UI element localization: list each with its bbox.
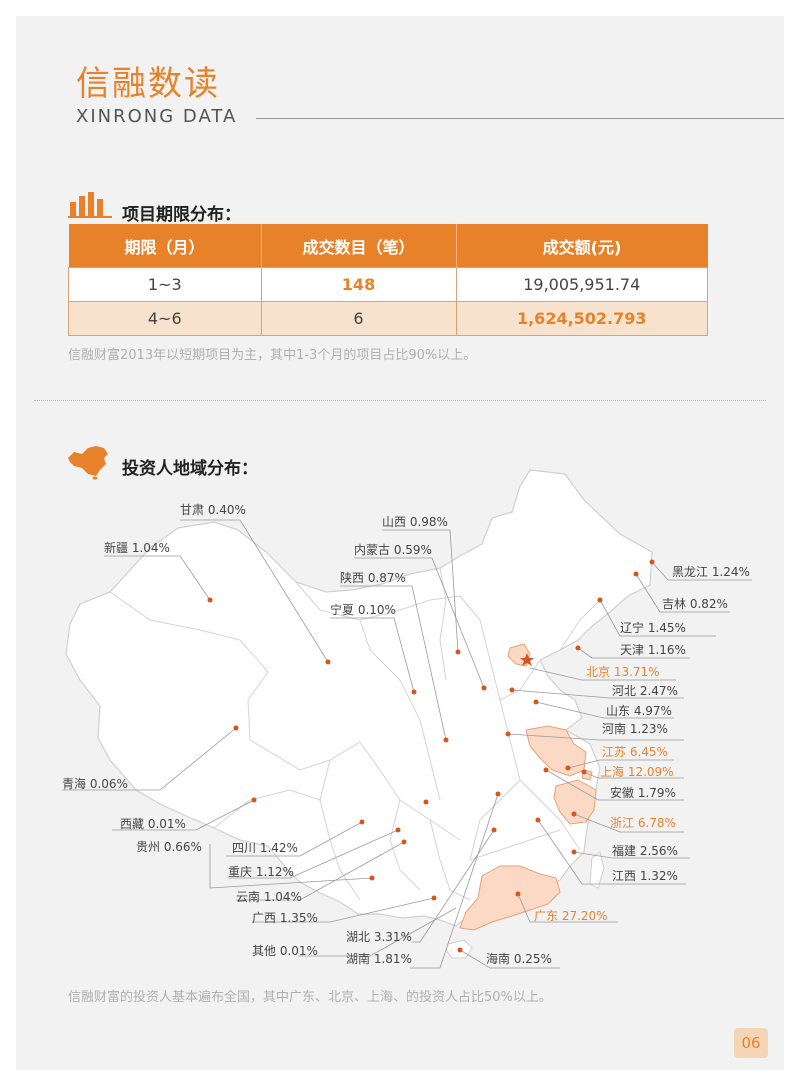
region-label-shanxi: 山西 0.98%	[382, 515, 448, 529]
region-label-yunnan: 云南 1.04%	[236, 890, 302, 904]
region-label-neimenggu: 内蒙古 0.59%	[354, 543, 432, 557]
region-label-guangdong: 广东 27.20%	[534, 909, 608, 923]
page-number: 06	[734, 1028, 768, 1058]
region-label-anhui: 安徽 1.79%	[610, 786, 676, 800]
region-label-ningxia: 宁夏 0.10%	[330, 603, 396, 617]
region-label-hainan: 海南 0.25%	[486, 952, 552, 966]
region-label-tianjin: 天津 1.16%	[620, 643, 686, 657]
region-label-xinjiang: 新疆 1.04%	[104, 541, 170, 555]
region-label-jiangsu: 江苏 6.45%	[602, 745, 668, 759]
region-label-henan: 河南 1.23%	[602, 722, 668, 736]
region-label-hunan: 湖南 1.81%	[346, 952, 412, 966]
taiwan-island	[589, 851, 605, 889]
region-label-qinghai: 青海 0.06%	[62, 777, 128, 791]
region-label-zhejiang: 浙江 6.78%	[610, 816, 676, 830]
region-label-jilin: 吉林 0.82%	[662, 597, 728, 611]
region-label-guizhou: 贵州 0.66%	[136, 840, 202, 854]
region-label-hebei: 河北 2.47%	[612, 684, 678, 698]
region-label-fujian: 福建 2.56%	[612, 844, 678, 858]
region-label-guangxi: 广西 1.35%	[252, 911, 318, 925]
region-note: 信融财富的投资人基本遍布全国，其中广东、北京、上海、的投资人占比50%以上。	[68, 990, 552, 1005]
region-label-jiangxi: 江西 1.32%	[612, 869, 678, 883]
region-label-xizang: 西藏 0.01%	[120, 817, 186, 831]
region-label-shandong: 山东 4.97%	[606, 704, 672, 718]
region-label-shaanxi: 陕西 0.87%	[340, 571, 406, 585]
region-label-hubei: 湖北 3.31%	[346, 930, 412, 944]
region-label-liaoning: 辽宁 1.45%	[620, 621, 686, 635]
region-label-heilongjiang: 黑龙江 1.24%	[672, 565, 750, 579]
region-label-gansu: 甘肃 0.40%	[180, 503, 246, 517]
region-label-beijing: 北京 13.71%	[586, 665, 660, 679]
region-label-sichuan: 四川 1.42%	[232, 841, 298, 855]
region-label-shanghai: 上海 12.09%	[600, 765, 674, 779]
region-label-chongqing: 重庆 1.12%	[228, 865, 294, 879]
region-label-other: 其他 0.01%	[252, 944, 318, 958]
